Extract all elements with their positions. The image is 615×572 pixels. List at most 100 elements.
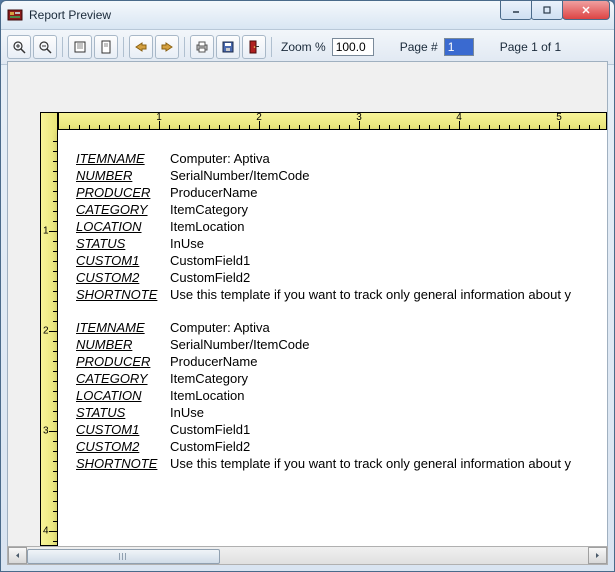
field-value: ItemLocation (170, 387, 607, 404)
field-value: Computer: Aptiva (170, 150, 607, 167)
field-label: ITEMNAME (76, 319, 170, 336)
field-label: SHORTNOTE (76, 286, 170, 303)
ruler-label: 3 (356, 112, 362, 123)
ruler-label: 1 (156, 112, 162, 123)
print-button[interactable] (190, 35, 214, 59)
page-label: Page # (400, 40, 438, 54)
window-title: Report Preview (29, 8, 501, 22)
ruler-label: 2 (43, 326, 49, 337)
report-row: PRODUCERProducerName (76, 353, 607, 370)
field-label: LOCATION (76, 218, 170, 235)
field-label: STATUS (76, 404, 170, 421)
report-row: PRODUCERProducerName (76, 184, 607, 201)
field-label: CUSTOM1 (76, 252, 170, 269)
report-row: CUSTOM1CustomField1 (76, 421, 607, 438)
toolbar-separator (123, 37, 124, 57)
titlebar[interactable]: Report Preview (1, 1, 614, 30)
field-label: NUMBER (76, 336, 170, 353)
report-row: NUMBERSerialNumber/ItemCode (76, 167, 607, 184)
report-row: STATUSInUse (76, 235, 607, 252)
fit-page-button[interactable] (94, 35, 118, 59)
report-preview-window: Report Preview Zoom % Page # Page 1 of 1… (0, 0, 615, 572)
ruler-label: 1 (43, 226, 49, 237)
zoom-in-button[interactable] (7, 35, 31, 59)
report-row: ITEMNAMEComputer: Aptiva (76, 150, 607, 167)
vertical-ruler: 1 2 3 4 (40, 112, 58, 546)
report-page: ITEMNAMEComputer: AptivaNUMBERSerialNumb… (58, 130, 607, 546)
field-label: NUMBER (76, 167, 170, 184)
field-value: ProducerName (170, 184, 607, 201)
field-value: InUse (170, 235, 607, 252)
field-label: CUSTOM2 (76, 269, 170, 286)
report-row: CATEGORYItemCategory (76, 201, 607, 218)
report-row: CUSTOM2CustomField2 (76, 438, 607, 455)
ruler-label: 4 (456, 112, 462, 123)
report-row: CUSTOM2CustomField2 (76, 269, 607, 286)
report-row: CUSTOM1CustomField1 (76, 252, 607, 269)
field-label: SHORTNOTE (76, 455, 170, 472)
close-button[interactable] (562, 0, 610, 20)
app-icon (7, 7, 23, 23)
zoom-input[interactable] (332, 38, 374, 56)
prev-page-button[interactable] (129, 35, 153, 59)
next-page-button[interactable] (155, 35, 179, 59)
field-value: SerialNumber/ItemCode (170, 336, 607, 353)
report-row: LOCATIONItemLocation (76, 218, 607, 235)
maximize-button[interactable] (531, 0, 563, 20)
zoom-out-button[interactable] (33, 35, 57, 59)
horizontal-ruler: 1 2 3 4 5 (58, 112, 607, 130)
field-label: ITEMNAME (76, 150, 170, 167)
ruler-label: 3 (43, 426, 49, 437)
ruler-label: 2 (256, 112, 262, 123)
field-label: CUSTOM2 (76, 438, 170, 455)
field-value: CustomField2 (170, 269, 607, 286)
field-label: CUSTOM1 (76, 421, 170, 438)
toolbar: Zoom % Page # Page 1 of 1 (1, 30, 614, 65)
minimize-button[interactable] (500, 0, 532, 20)
report-row: SHORTNOTEUse this template if you want t… (76, 455, 607, 472)
page-input[interactable] (444, 38, 474, 56)
field-label: PRODUCER (76, 184, 170, 201)
report-row: CATEGORYItemCategory (76, 370, 607, 387)
toolbar-separator (62, 37, 63, 57)
scroll-right-button[interactable] (588, 547, 607, 564)
field-value: SerialNumber/ItemCode (170, 167, 607, 184)
report-row: NUMBERSerialNumber/ItemCode (76, 336, 607, 353)
field-label: STATUS (76, 235, 170, 252)
report-record: ITEMNAMEComputer: AptivaNUMBERSerialNumb… (76, 319, 607, 472)
field-value: InUse (170, 404, 607, 421)
toolbar-separator (184, 37, 185, 57)
toolbar-separator (271, 37, 272, 57)
field-value: ProducerName (170, 353, 607, 370)
ruler-label: 4 (43, 526, 49, 537)
zoom-label: Zoom % (281, 40, 326, 54)
scroll-thumb[interactable] (27, 549, 220, 564)
report-row: SHORTNOTEUse this template if you want t… (76, 286, 607, 303)
field-value: Computer: Aptiva (170, 319, 607, 336)
field-value: Use this template if you want to track o… (170, 455, 607, 472)
field-label: PRODUCER (76, 353, 170, 370)
field-value: CustomField1 (170, 421, 607, 438)
field-value: ItemCategory (170, 370, 607, 387)
horizontal-scrollbar[interactable] (7, 546, 608, 565)
field-value: CustomField2 (170, 438, 607, 455)
report-row: STATUSInUse (76, 404, 607, 421)
page-status: Page 1 of 1 (500, 40, 561, 54)
field-value: ItemCategory (170, 201, 607, 218)
ruler-label: 5 (556, 112, 562, 123)
field-value: CustomField1 (170, 252, 607, 269)
exit-button[interactable] (242, 35, 266, 59)
scroll-left-button[interactable] (8, 547, 27, 564)
report-record: ITEMNAMEComputer: AptivaNUMBERSerialNumb… (76, 150, 607, 303)
field-label: CATEGORY (76, 370, 170, 387)
field-value: Use this template if you want to track o… (170, 286, 607, 303)
report-row: ITEMNAMEComputer: Aptiva (76, 319, 607, 336)
fit-width-button[interactable] (68, 35, 92, 59)
preview-viewport: 1234 12345 ITEMNAMEComputer: AptivaNUMBE… (7, 61, 608, 547)
save-button[interactable] (216, 35, 240, 59)
scroll-track[interactable] (27, 548, 588, 563)
field-label: CATEGORY (76, 201, 170, 218)
report-row: LOCATIONItemLocation (76, 387, 607, 404)
field-value: ItemLocation (170, 218, 607, 235)
field-label: LOCATION (76, 387, 170, 404)
